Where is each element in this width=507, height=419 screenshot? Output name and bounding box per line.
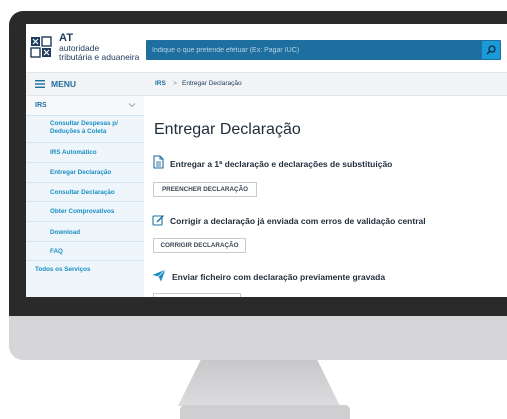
sidebar-item-label: Todos os Serviços [35, 266, 91, 273]
option-entregar-text: Entregar a 1ª declaração e declarações d… [170, 159, 393, 169]
breadcrumb-separator: > [173, 80, 177, 87]
monitor-screen: AT autoridade tributária e aduaneira MEN… [26, 24, 507, 297]
monitor-stand [178, 360, 340, 406]
option-enviar-text: Enviar ficheiro com declaração previamen… [172, 272, 386, 282]
sidebar-item-irs-automatico[interactable]: IRS Automático [26, 143, 144, 163]
monitor-base [180, 405, 350, 419]
at-logo[interactable]: AT autoridade tributária e aduaneira [29, 32, 149, 64]
breadcrumb-irs[interactable]: IRS [155, 80, 166, 87]
sidebar-section-irs[interactable]: IRS [26, 96, 144, 116]
sidebar-item-label: Deduções à Coleta [50, 128, 107, 135]
search-icon [486, 45, 496, 55]
sidebar-item-label: FAQ [50, 248, 63, 255]
site-header: AT autoridade tributária e aduaneira [26, 24, 507, 72]
send-icon [152, 269, 166, 282]
sidebar-item-obter-comprovativos[interactable]: Obter Comprovativos [26, 202, 144, 222]
sidebar-item-consultar-declaracao[interactable]: Consultar Declaração [26, 183, 144, 202]
sidebar-item-label: Download [50, 229, 81, 236]
sidebar-item-download[interactable]: Download [26, 222, 144, 242]
sidebar-item-label: IRS Automático [50, 149, 97, 156]
search-input[interactable] [146, 40, 476, 60]
sidebar-item-label: Consultar Despesas p/ [50, 120, 118, 127]
chevron-down-icon [128, 103, 136, 108]
edit-icon [152, 215, 164, 226]
search-bar [146, 40, 501, 60]
option-corrigir-text: Corrigir a declaração já enviada com err… [170, 216, 426, 226]
logo-line-2: tributária e aduaneira [59, 52, 140, 62]
hamburger-icon [35, 80, 45, 88]
sidebar-item-todos-servicos[interactable]: Todos os Serviços [26, 266, 144, 280]
sidebar-item-consultar-despesas[interactable]: Consultar Despesas p/ Deduções à Coleta [26, 116, 144, 143]
breadcrumb-current: Entregar Declaração [182, 80, 242, 87]
sidebar-item-label: Consultar Declaração [50, 189, 115, 196]
page-title: Entregar Declaração [154, 121, 301, 138]
sidebar-item-label: Obter Comprovativos [50, 208, 115, 215]
menu-toggle[interactable]: MENU [26, 72, 144, 96]
at-emblem-icon [30, 36, 52, 58]
menu-label: MENU [51, 79, 77, 89]
breadcrumb: IRS > Entregar Declaração [144, 72, 507, 96]
enviar-ficheiro-button[interactable] [153, 293, 241, 297]
corrigir-declaracao-button[interactable]: CORRIGIR DECLARAÇÃO [153, 238, 246, 253]
sidebar-item-entregar-declaracao[interactable]: Entregar Declaração [26, 163, 144, 183]
preencher-declaracao-button[interactable]: PREENCHER DECLARAÇÃO [153, 182, 257, 197]
monitor-chin [9, 316, 507, 360]
sidebar-item-faq[interactable]: FAQ [26, 242, 144, 261]
search-button[interactable] [482, 41, 500, 59]
sidebar-section-label: IRS [35, 102, 47, 109]
sidebar: IRS Consultar Despesas p/ Deduções à Col… [26, 96, 144, 297]
sidebar-item-label: Entregar Declaração [50, 169, 112, 176]
document-icon [153, 155, 164, 169]
